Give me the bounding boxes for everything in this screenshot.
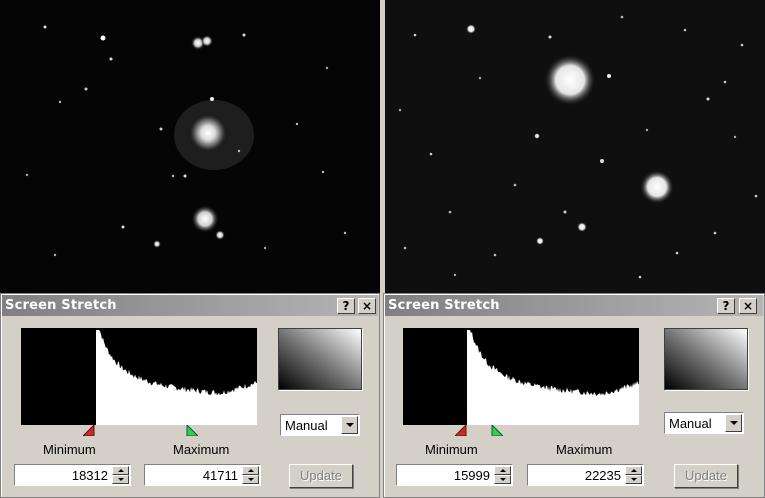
stretch-mode-select[interactable]: Manual [664, 412, 744, 434]
nebula-image-icon [25, 25, 347, 257]
minimum-input[interactable]: 18312 [14, 464, 131, 486]
update-button[interactable]: Update [289, 464, 353, 488]
minimum-label: Minimum [43, 442, 96, 457]
starfield-image-icon [385, 0, 765, 293]
spin-up-icon[interactable] [625, 466, 642, 475]
astro-image-right [385, 0, 765, 293]
maximum-value: 22235 [584, 468, 621, 483]
stretch-mode-select[interactable]: Manual [280, 414, 360, 436]
dialog-title: Screen Stretch [5, 298, 117, 313]
dialog-titlebar[interactable]: Screen Stretch ? × [385, 295, 763, 316]
maximum-label: Maximum [173, 442, 230, 457]
gradient-preview [278, 328, 362, 390]
spin-down-icon[interactable] [494, 475, 511, 484]
update-button[interactable]: Update [674, 464, 738, 488]
maximum-input[interactable]: 22235 [527, 464, 644, 486]
dialog-titlebar[interactable]: Screen Stretch ? × [2, 295, 378, 316]
maximum-label: Maximum [556, 442, 613, 457]
minimum-marker[interactable] [455, 425, 467, 436]
minimum-value: 15999 [453, 468, 490, 483]
maximum-value: 41711 [202, 468, 238, 483]
minimum-value: 18312 [71, 468, 108, 483]
spin-down-icon[interactable] [112, 475, 129, 484]
maximum-marker[interactable] [186, 425, 198, 436]
chevron-down-icon[interactable] [341, 416, 358, 434]
histogram [21, 328, 257, 425]
spin-down-icon[interactable] [242, 475, 259, 484]
minimum-label: Minimum [425, 442, 478, 457]
spin-down-icon[interactable] [625, 475, 642, 484]
close-button[interactable]: × [739, 298, 757, 314]
histogram-chart [467, 330, 639, 425]
minimum-marker[interactable] [83, 425, 95, 436]
spin-up-icon[interactable] [112, 466, 129, 475]
close-button[interactable]: × [358, 298, 376, 314]
stretch-mode-value: Manual [669, 416, 712, 431]
histogram-bars [96, 330, 257, 425]
chevron-down-icon[interactable] [725, 414, 742, 432]
histogram-bars [467, 330, 639, 425]
dialog-title: Screen Stretch [388, 298, 500, 313]
minimum-input[interactable]: 15999 [396, 464, 513, 486]
help-button[interactable]: ? [717, 298, 735, 314]
screen-stretch-dialog-right: Screen Stretch ? × Minimum Maximum Manua… [383, 293, 765, 498]
gradient-preview [664, 328, 748, 390]
maximum-marker[interactable] [491, 425, 503, 436]
histogram-chart [96, 330, 257, 425]
help-button[interactable]: ? [337, 298, 355, 314]
maximum-input[interactable]: 41711 [144, 464, 261, 486]
screen-stretch-dialog-left: Screen Stretch ? × Minimum Maximum Manua… [0, 293, 380, 498]
spin-up-icon[interactable] [494, 466, 511, 475]
astro-image-left [0, 0, 380, 293]
histogram [403, 328, 639, 425]
spin-up-icon[interactable] [242, 466, 259, 475]
stretch-mode-value: Manual [285, 418, 328, 433]
